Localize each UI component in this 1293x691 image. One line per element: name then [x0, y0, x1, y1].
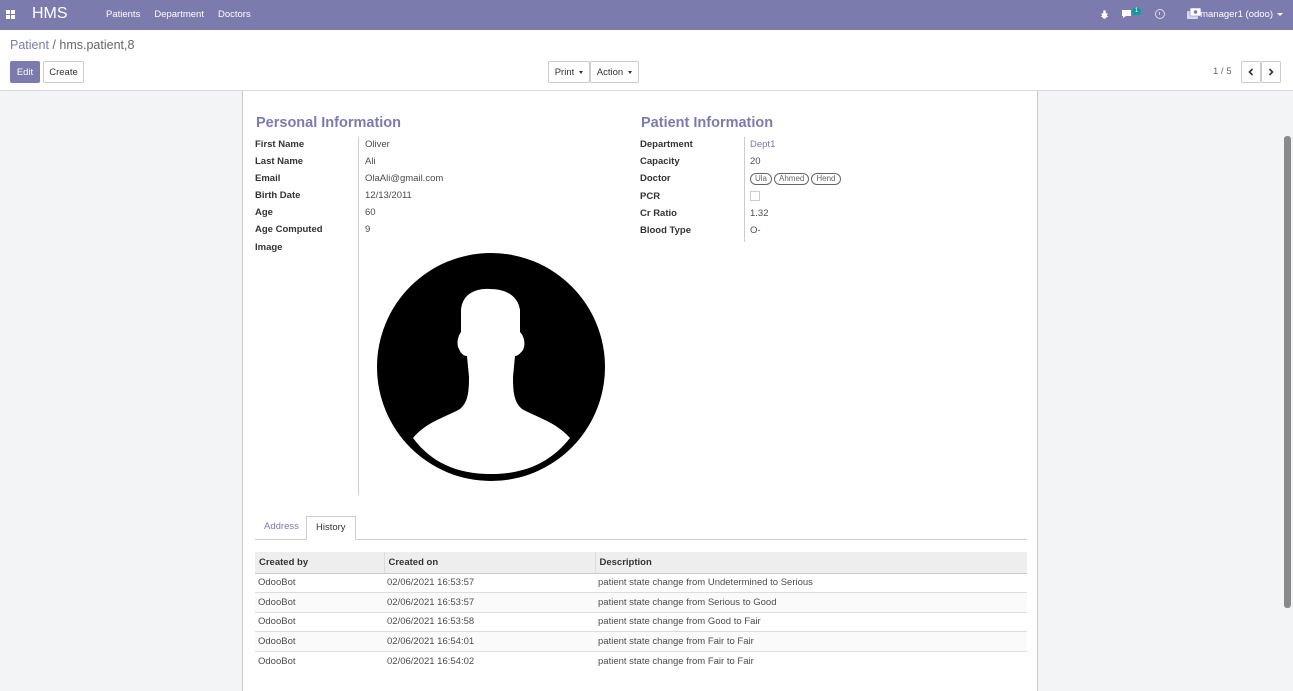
edit-button-label: Edit: [16, 66, 34, 78]
cell-description: patient state change from Undetermined t…: [595, 572, 1027, 593]
breadcrumb: Patient / hms.patient,8: [10, 38, 134, 52]
cell-created-by: OdooBot: [255, 631, 384, 652]
image-label: Image: [255, 242, 283, 253]
column-created-by[interactable]: Created by: [255, 552, 384, 574]
menu-item-department[interactable]: Department: [154, 9, 204, 20]
control-panel: Patient / hms.patient,8 Edit Create Prin…: [0, 30, 1293, 91]
patient-avatar-image[interactable]: [376, 252, 606, 482]
top-navbar: HMS Patients Department Doctors 1 manage…: [0, 0, 1293, 30]
history-table: Created by Created on Description OdooBo…: [255, 552, 1027, 671]
chevron-left-icon: [1248, 68, 1254, 76]
birth-date-label: Birth Date: [255, 190, 301, 201]
tab-address[interactable]: Address: [255, 516, 308, 540]
cell-created-on: 02/06/2021 16:54:01: [384, 631, 595, 652]
notebook-tabs: Address History: [255, 516, 1027, 540]
menu-item-patients[interactable]: Patients: [106, 9, 140, 20]
breadcrumb-separator: /: [52, 38, 56, 52]
print-button[interactable]: Print: [548, 61, 590, 83]
doctor-tag[interactable]: Hend: [811, 173, 841, 185]
user-menu[interactable]: manager1 (odoo): [1200, 9, 1273, 20]
cr-ratio-label: Cr Ratio: [640, 208, 677, 219]
pcr-label: PCR: [640, 191, 661, 202]
cell-created-by: OdooBot: [255, 572, 384, 593]
activity-clock-icon[interactable]: [1155, 9, 1165, 19]
breadcrumb-parent[interactable]: Patient: [10, 38, 49, 52]
age-value: 60: [365, 207, 376, 218]
column-description[interactable]: Description: [594, 552, 1027, 574]
chat-counter-badge: 1: [1132, 8, 1141, 15]
table-row[interactable]: OdooBot 02/06/2021 16:54:02 patient stat…: [255, 650, 1027, 671]
capacity-label: Capacity: [640, 156, 680, 167]
capacity-value: 20: [750, 156, 761, 167]
last-name-label: Last Name: [255, 156, 304, 167]
cell-description: patient state change from Serious to Goo…: [595, 592, 1027, 613]
cr-ratio-value: 1.32: [750, 208, 769, 219]
user-menu-caret-icon[interactable]: [1277, 13, 1283, 16]
chevron-right-icon: [1268, 68, 1274, 76]
chevron-down-icon: [628, 70, 633, 74]
cell-created-by: OdooBot: [255, 592, 384, 613]
first-name-label: First Name: [255, 139, 305, 150]
patient-divider: [744, 137, 745, 242]
form-sheet: Personal Information First Name Oliver L…: [242, 91, 1038, 691]
cell-description: patient state change from Fair to Fair: [595, 650, 1027, 671]
breadcrumb-current: hms.patient,8: [59, 38, 135, 52]
cell-created-on: 02/06/2021 16:53:57: [384, 592, 595, 613]
apps-menu-icon[interactable]: [6, 10, 15, 19]
action-button-label: Action: [596, 66, 624, 78]
create-button[interactable]: Create: [43, 61, 84, 83]
pager-previous-button[interactable]: [1241, 61, 1261, 83]
doctor-tag[interactable]: Ahmed: [774, 173, 810, 185]
table-row[interactable]: OdooBot 02/06/2021 16:53:57 patient stat…: [255, 572, 1027, 593]
bug-icon[interactable]: [1101, 10, 1108, 19]
menu-item-doctors[interactable]: Doctors: [218, 9, 251, 20]
doctor-tag[interactable]: Ula: [750, 173, 773, 185]
doctor-tags: Ula Ahmed Hend: [750, 173, 843, 185]
edit-button[interactable]: Edit: [10, 61, 40, 83]
email-label: Email: [255, 173, 281, 184]
main-menu: Patients Department Doctors: [106, 9, 251, 20]
blood-type-value: O-: [750, 225, 761, 236]
table-row[interactable]: OdooBot 02/06/2021 16:53:57 patient stat…: [255, 592, 1027, 613]
email-value[interactable]: OlaAli@gmail.com: [365, 173, 443, 184]
age-label: Age: [255, 207, 273, 218]
pager-value[interactable]: 1 / 5: [1213, 66, 1232, 77]
pcr-checkbox[interactable]: [750, 191, 760, 201]
personal-info-title: Personal Information: [256, 115, 402, 131]
department-label: Department: [640, 139, 693, 150]
cell-created-on: 02/06/2021 16:54:02: [384, 650, 595, 671]
department-link[interactable]: Dept1: [750, 139, 775, 150]
table-row[interactable]: OdooBot 02/06/2021 16:54:01 patient stat…: [255, 631, 1027, 652]
page-scrollbar-thumb[interactable]: [1284, 136, 1291, 608]
cell-created-by: OdooBot: [255, 611, 384, 632]
cell-description: patient state change from Good to Fair: [595, 611, 1027, 632]
tab-history[interactable]: History: [306, 516, 356, 540]
age-computed-value: 9: [365, 224, 371, 235]
first-name-value: Oliver: [365, 139, 390, 150]
app-brand[interactable]: HMS: [32, 5, 68, 23]
column-created-on[interactable]: Created on: [383, 552, 595, 574]
company-building-icon[interactable]: [1187, 8, 1201, 19]
history-header-row: Created by Created on Description: [255, 552, 1027, 574]
cell-created-by: OdooBot: [255, 650, 384, 671]
blood-type-label: Blood Type: [640, 225, 692, 236]
chevron-down-icon: [579, 70, 584, 74]
table-row[interactable]: OdooBot 02/06/2021 16:53:58 patient stat…: [255, 611, 1027, 632]
doctor-label: Doctor: [640, 173, 671, 184]
birth-date-value: 12/13/2011: [365, 190, 412, 201]
last-name-value: Ali: [365, 156, 376, 167]
personal-divider: [358, 137, 359, 495]
action-button[interactable]: Action: [590, 61, 639, 83]
pager-next-button[interactable]: [1261, 61, 1281, 83]
cell-description: patient state change from Fair to Fair: [595, 631, 1027, 652]
create-button-label: Create: [49, 66, 78, 78]
print-button-label: Print: [554, 66, 575, 78]
patient-info-title: Patient Information: [641, 115, 774, 131]
cell-created-on: 02/06/2021 16:53:58: [384, 611, 595, 632]
age-computed-label: Age Computed: [255, 224, 323, 235]
cell-created-on: 02/06/2021 16:53:57: [384, 572, 595, 593]
